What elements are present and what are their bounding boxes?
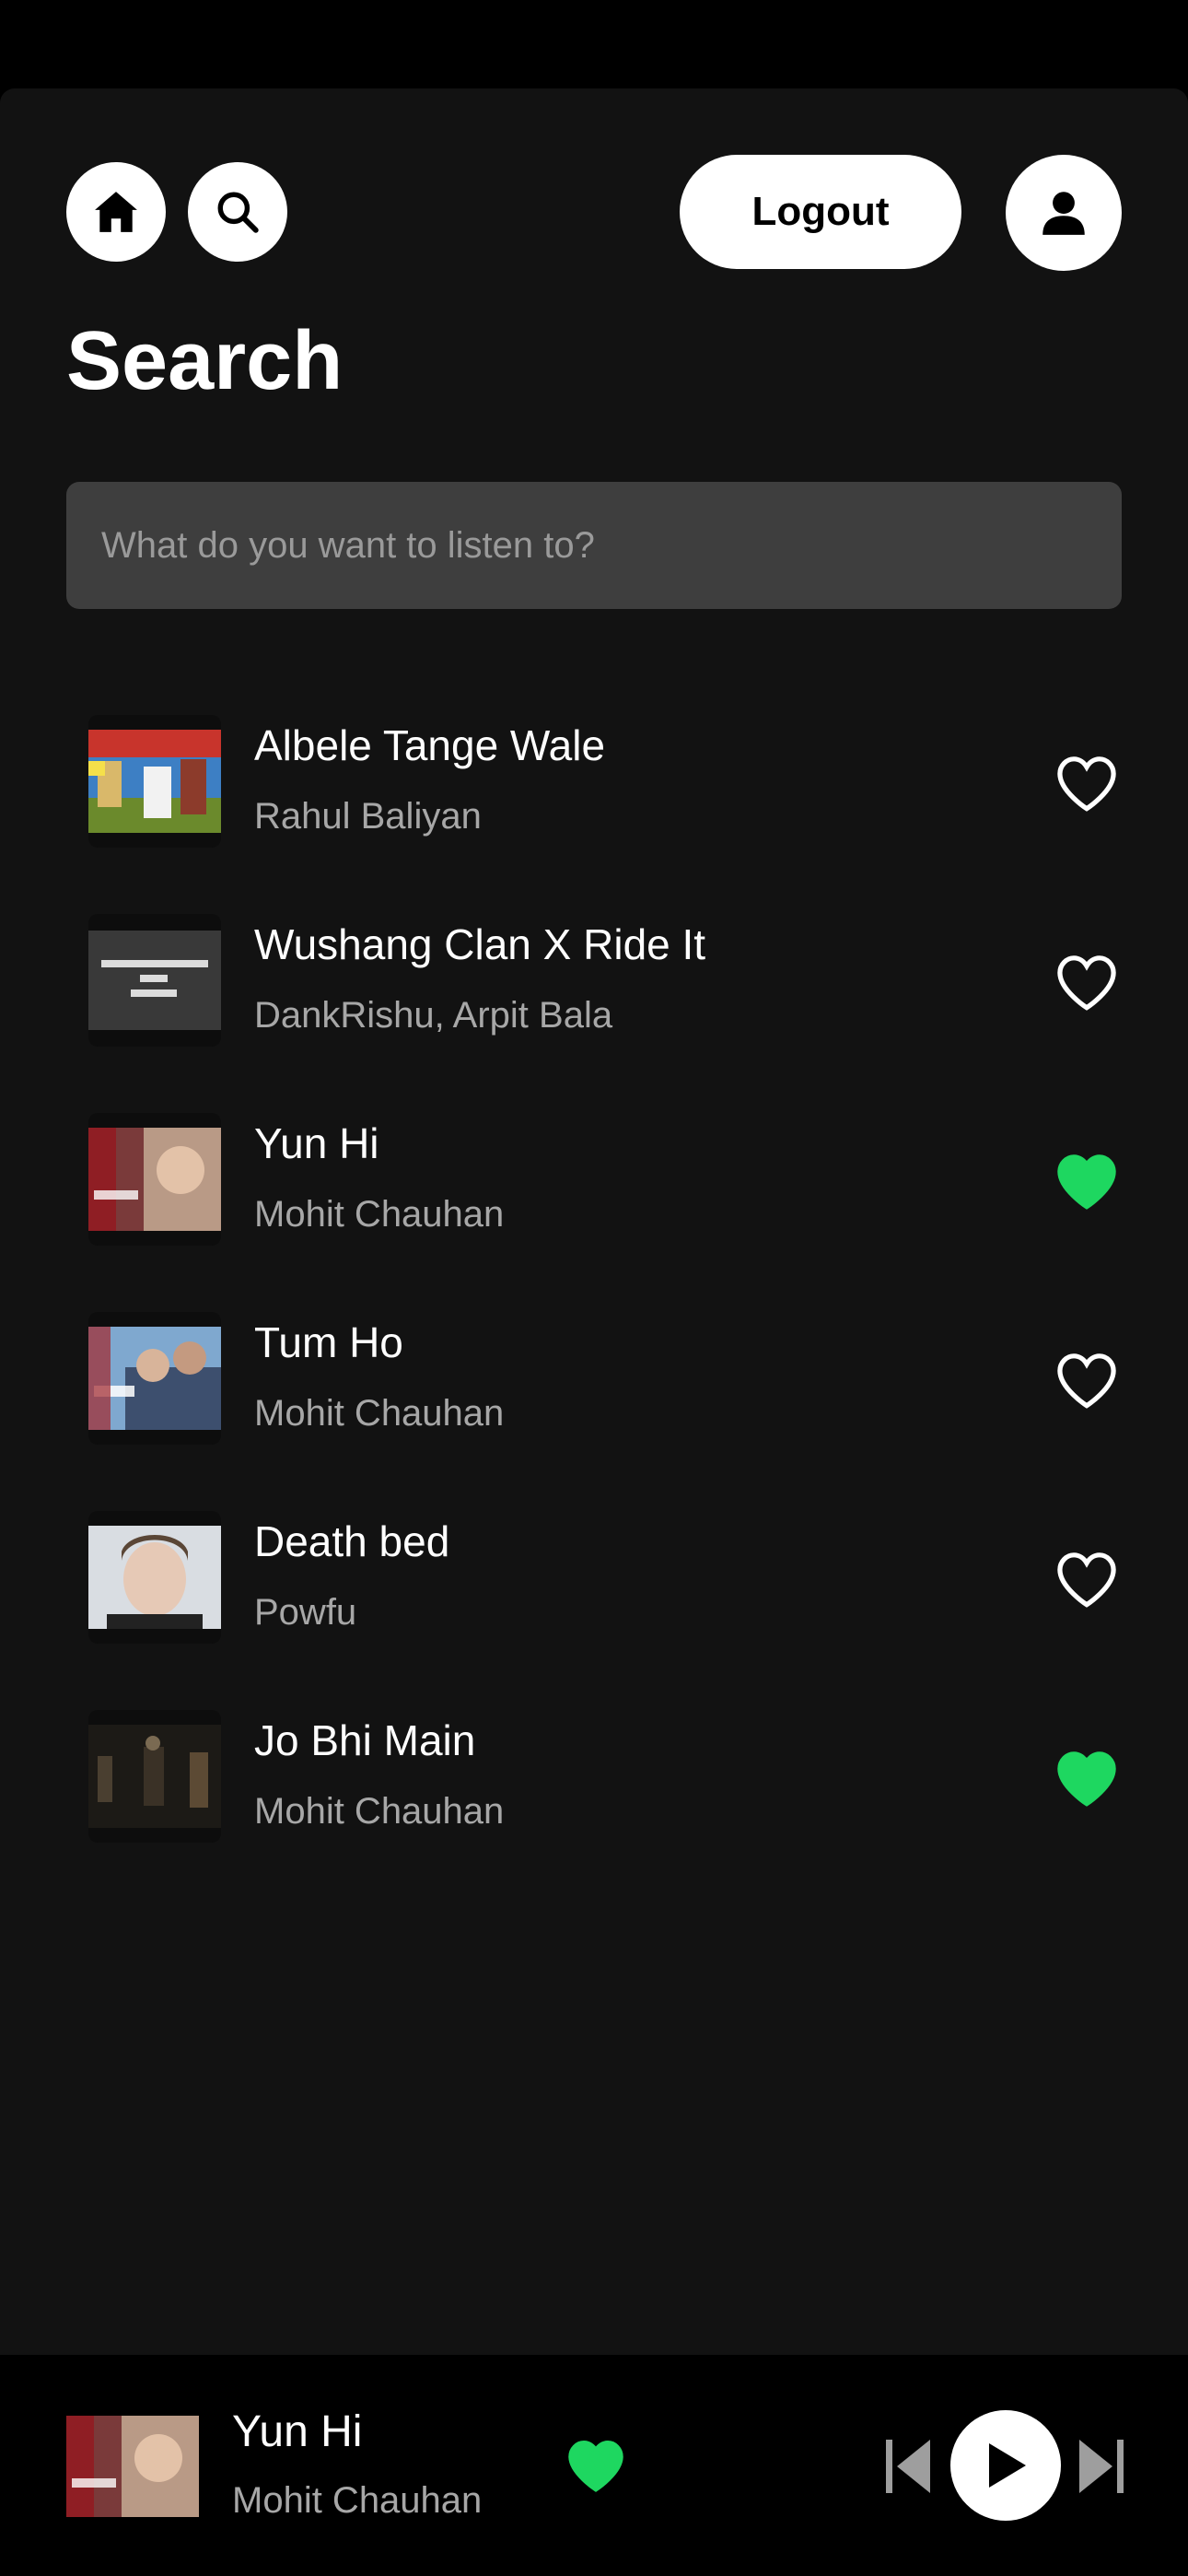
- album-art: [88, 1511, 221, 1644]
- album-art: [88, 715, 221, 848]
- play-icon: [989, 2443, 1026, 2488]
- song-title: Wushang Clan X Ride It: [254, 920, 706, 968]
- list-item[interactable]: Tum Ho Mohit Chauhan: [0, 1312, 1188, 1511]
- list-item[interactable]: Wushang Clan X Ride It DankRishu, Arpit …: [0, 914, 1188, 1113]
- play-button[interactable]: [950, 2410, 1061, 2521]
- song-title: Yun Hi: [254, 1119, 379, 1167]
- song-artist: DankRishu, Arpit Bala: [254, 995, 613, 1036]
- song-artist: Mohit Chauhan: [254, 1393, 505, 1434]
- song-artist: Mohit Chauhan: [254, 1791, 505, 1832]
- search-icon: [217, 192, 259, 233]
- heart-filled-icon[interactable]: [1054, 1749, 1120, 1808]
- heart-outline-icon[interactable]: [1054, 1351, 1120, 1410]
- song-artist: Powfu: [254, 1592, 357, 1633]
- profile-button[interactable]: [1006, 155, 1122, 271]
- list-item[interactable]: Albele Tange Wale Rahul Baliyan: [0, 715, 1188, 914]
- home-button[interactable]: [66, 162, 166, 262]
- heart-outline-icon[interactable]: [1054, 1550, 1120, 1609]
- search-button[interactable]: [188, 162, 287, 262]
- list-item[interactable]: Yun Hi Mohit Chauhan: [0, 1113, 1188, 1312]
- player-album-art: [66, 2416, 199, 2517]
- song-title: Tum Ho: [254, 1318, 403, 1366]
- album-art: [88, 1710, 221, 1843]
- song-title: Albele Tange Wale: [254, 721, 606, 769]
- song-title: Jo Bhi Main: [254, 1716, 476, 1764]
- home-icon: [95, 192, 137, 232]
- song-list: Albele Tange Wale Rahul Baliyan Wushang …: [0, 715, 1188, 1909]
- heart-outline-icon[interactable]: [1054, 953, 1120, 1012]
- heart-filled-icon[interactable]: [565, 2438, 626, 2493]
- skip-next-icon[interactable]: [1077, 2436, 1125, 2497]
- heart-filled-icon[interactable]: [1054, 1152, 1120, 1211]
- now-playing-bar: Yun Hi Mohit Chauhan: [0, 2355, 1188, 2576]
- heart-outline-icon[interactable]: [1054, 754, 1120, 813]
- song-artist: Rahul Baliyan: [254, 796, 482, 837]
- status-bar: [0, 0, 1188, 88]
- list-item[interactable]: Jo Bhi Main Mohit Chauhan: [0, 1710, 1188, 1909]
- user-icon: [1042, 192, 1085, 235]
- player-song-artist: Mohit Chauhan: [232, 2480, 483, 2521]
- player-song-title: Yun Hi: [232, 2407, 363, 2456]
- song-title: Death bed: [254, 1517, 450, 1565]
- album-art: [88, 914, 221, 1047]
- list-item[interactable]: Death bed Powfu: [0, 1511, 1188, 1710]
- page-title: Search: [66, 315, 344, 407]
- album-art: [88, 1113, 221, 1246]
- search-input[interactable]: [66, 482, 1122, 609]
- album-art: [88, 1312, 221, 1445]
- song-artist: Mohit Chauhan: [254, 1194, 505, 1235]
- main-panel: Logout Search Albele: [0, 88, 1188, 2355]
- logout-button[interactable]: Logout: [680, 155, 961, 269]
- skip-previous-icon[interactable]: [884, 2436, 932, 2497]
